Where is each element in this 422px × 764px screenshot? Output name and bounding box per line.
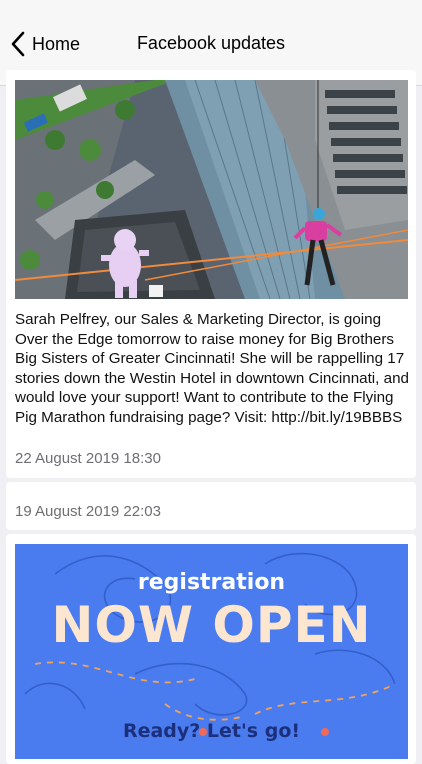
rappelling-photo (15, 80, 408, 299)
promo-heading: registration (137, 570, 286, 595)
post-card[interactable]: Sarah Pelfrey, our Sales & Marketing Dir… (6, 70, 416, 478)
page-title-text: Facebook updates (136, 33, 286, 53)
promo-tagline: Ready? Let's go! (122, 720, 301, 742)
post-timestamp: 19 August 2019 22:03 (15, 503, 161, 520)
post-text: Sarah Pelfrey, our Sales & Marketing Dir… (15, 311, 409, 426)
post-timestamp: 22 August 2019 18:30 (15, 450, 161, 467)
post-card[interactable]: registration NOW OPEN Ready? Let's go! (6, 534, 416, 764)
post-photo[interactable] (15, 80, 408, 299)
post-card[interactable]: 19 August 2019 22:03 (6, 482, 416, 530)
registration-promo-image[interactable]: registration NOW OPEN Ready? Let's go! (15, 544, 408, 759)
promo-headline: NOW OPEN (51, 596, 372, 654)
page-title: Facebook updates (0, 33, 422, 54)
